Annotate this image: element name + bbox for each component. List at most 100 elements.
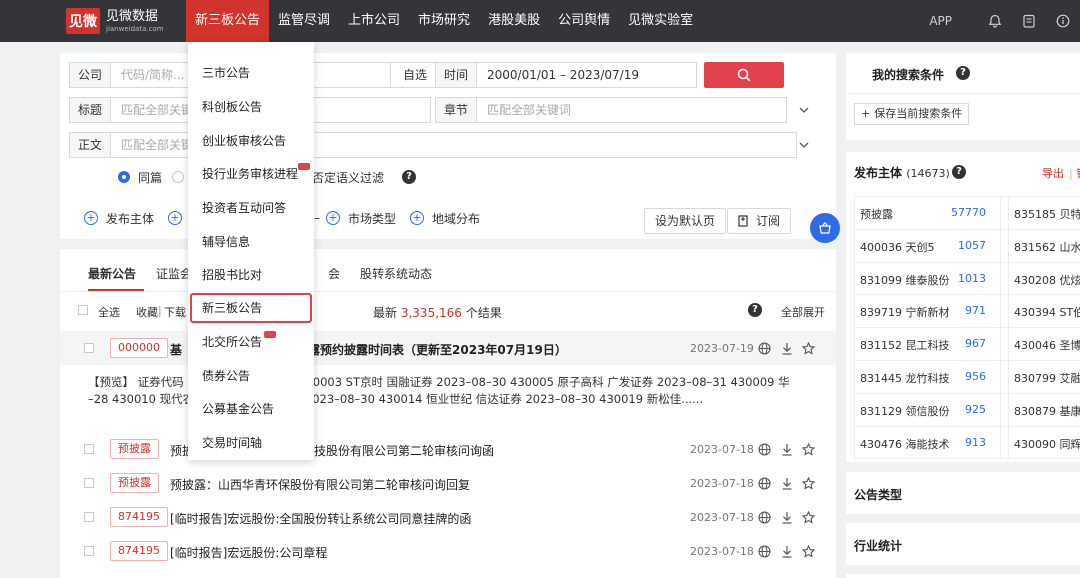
publisher-entity[interactable]: 400036 天创5 1057 <box>854 229 994 261</box>
list-item[interactable]: 预披露 预披 技股份有限公司第二轮审核问询函 2023-07-18 <box>60 432 836 466</box>
app-link[interactable]: APP <box>929 14 952 28</box>
publisher-entity[interactable]: 430394 ST伯 <box>1008 294 1080 326</box>
row-checkbox[interactable] <box>84 546 94 556</box>
select-all-label[interactable]: 全选 <box>98 304 120 320</box>
filter-publisher[interactable]: 发布主体 <box>106 210 154 227</box>
row-checkbox[interactable] <box>84 343 94 353</box>
dropdown-item-chinext-review[interactable]: 创业板审核公告 <box>190 126 312 156</box>
plus-circle-icon[interactable]: + <box>168 211 183 225</box>
publisher-entity[interactable]: 831562 山水环 <box>1008 229 1080 261</box>
collect-button[interactable]: 收藏 <box>136 304 158 320</box>
nav-item-lab[interactable]: 见微实验室 <box>619 0 702 42</box>
dropdown-item-ib-review-progress[interactable]: 投行业务审核进程 <box>190 159 312 189</box>
globe-icon[interactable] <box>757 476 771 490</box>
clipboard-icon[interactable] <box>1012 0 1046 42</box>
radio-other[interactable] <box>172 171 185 183</box>
optional-stocks-button[interactable]: 自选 <box>391 62 441 88</box>
publisher-entity[interactable]: 430208 优炫软 <box>1008 262 1080 294</box>
globe-icon[interactable] <box>757 510 771 524</box>
filter-market-type[interactable]: 市场类型 <box>348 210 396 227</box>
row-title[interactable]: 预披露：山西华青环保股份有限公司第二轮审核问询回复 <box>170 476 470 493</box>
row-title[interactable]: [临时报告]宏远股份:全国股份转让系统公司同意挂牌的函 <box>170 510 471 527</box>
logo[interactable]: 见微 见微数据 jianweidata.com <box>66 6 164 36</box>
publisher-entity[interactable]: 839719 宁新新材 971 <box>854 294 994 326</box>
publisher-entity[interactable]: 831445 龙竹科技 956 <box>854 360 994 392</box>
globe-icon[interactable] <box>757 544 771 558</box>
basket-button[interactable] <box>810 213 840 243</box>
nav-item-market-research[interactable]: 市场研究 <box>409 0 479 42</box>
help-icon[interactable]: ? <box>748 303 762 317</box>
announcement-type-panel[interactable]: 公告类型 <box>846 472 1080 514</box>
publisher-entity[interactable]: 430046 圣博润 <box>1008 327 1080 359</box>
nav-item-neeq[interactable]: 新三板公告 <box>186 0 270 42</box>
list-item[interactable]: 预披露 预披露：山西华青环保股份有限公司第二轮审核问询回复 2023-07-18 <box>60 466 836 500</box>
row-checkbox[interactable] <box>84 444 94 454</box>
filter-region[interactable]: 地域分布 <box>432 210 480 227</box>
help-icon[interactable]: ? <box>402 170 416 184</box>
radio-same-article[interactable] <box>118 171 130 183</box>
list-item[interactable]: 000000 基露预约披露时间表（更新至2023年07月19日） 2023-07… <box>60 331 836 365</box>
select-all-checkbox[interactable] <box>78 305 88 315</box>
list-item[interactable]: 874195 [临时报告]宏远股份:全国股份转让系统公司同意挂牌的函 2023-… <box>60 500 836 534</box>
nav-item-hk-us-stocks[interactable]: 港股美股 <box>479 0 549 42</box>
dropdown-item-investor-qa[interactable]: 投资者互动问答 <box>190 193 312 223</box>
help-icon[interactable]: ? <box>952 165 966 179</box>
help-icon[interactable]: ? <box>956 66 970 80</box>
dropdown-item-star-market[interactable]: 科创板公告 <box>190 92 312 122</box>
star-icon[interactable] <box>801 442 815 456</box>
publisher-entity[interactable]: 831129 领信股份 925 <box>854 393 994 425</box>
star-icon[interactable] <box>801 510 815 524</box>
row-checkbox[interactable] <box>84 512 94 522</box>
tab-neeq-news[interactable]: 股转系统动态 <box>360 257 440 291</box>
publisher-entity[interactable]: 预披露 57770 <box>854 196 994 228</box>
export-button[interactable]: 导出| 钞 <box>1042 165 1080 181</box>
bell-icon[interactable] <box>978 0 1012 42</box>
publisher-entity[interactable]: 831099 维泰股份 1013 <box>854 262 994 294</box>
download-icon[interactable] <box>780 442 794 456</box>
subscribe-button[interactable]: 订阅 <box>727 208 792 234</box>
nav-item-regulation[interactable]: 监管尽调 <box>269 0 339 42</box>
plus-circle-icon[interactable]: + <box>410 211 425 225</box>
dropdown-item-bond[interactable]: 债券公告 <box>190 361 312 391</box>
star-icon[interactable] <box>801 341 815 355</box>
info-icon[interactable] <box>1046 0 1080 42</box>
download-icon[interactable] <box>780 510 794 524</box>
publisher-entity[interactable]: 430090 同辉信 <box>1008 426 1080 458</box>
dropdown-item-mutual-fund[interactable]: 公募基金公告 <box>190 394 312 424</box>
publisher-entity[interactable]: 835185 贝特瑞 <box>1008 196 1080 228</box>
nav-item-listed-companies[interactable]: 上市公司 <box>339 0 409 42</box>
download-icon[interactable] <box>780 544 794 558</box>
row-title[interactable]: [临时报告]宏远股份:公司章程 <box>170 544 327 561</box>
dropdown-item-neeq[interactable]: 新三板公告 <box>190 293 312 323</box>
set-default-page-button[interactable]: 设为默认页 <box>644 208 727 234</box>
publisher-entity[interactable]: 831152 昆工科技 967 <box>854 327 994 359</box>
industry-stats-panel[interactable]: 行业统计 <box>846 523 1080 565</box>
publisher-entity[interactable]: 830879 基康仪 <box>1008 393 1080 425</box>
star-icon[interactable] <box>801 476 815 490</box>
globe-icon[interactable] <box>757 442 771 456</box>
dropdown-item-prospectus-compare[interactable]: 招股书比对 <box>190 260 312 290</box>
download-icon[interactable] <box>780 476 794 490</box>
chapter-input[interactable]: 匹配全部关键词 <box>477 97 788 123</box>
nav-item-public-opinion[interactable]: 公司舆情 <box>549 0 619 42</box>
plus-circle-icon[interactable]: + <box>84 211 98 225</box>
dropdown-item-three-market[interactable]: 三市公告 <box>190 58 312 88</box>
row-checkbox[interactable] <box>84 478 94 488</box>
star-icon[interactable] <box>801 544 815 558</box>
expand-all-button[interactable]: 全部展开 <box>781 304 825 320</box>
dropdown-item-bse[interactable]: 北交所公告 <box>190 327 312 357</box>
dropdown-item-trading-timeline[interactable]: 交易时间轴 <box>190 428 312 458</box>
dropdown-item-guidance-info[interactable]: 辅导信息 <box>190 227 312 257</box>
tab-committee[interactable]: 会 <box>328 257 348 291</box>
search-button[interactable] <box>704 62 784 88</box>
chevron-down-icon[interactable] <box>797 103 811 117</box>
time-range-input[interactable]: 2000/01/01 – 2023/07/19 <box>477 62 698 88</box>
semantic-filter-label[interactable]: 否定语义过滤 <box>312 169 384 186</box>
download-button[interactable]: 下载 <box>164 304 186 320</box>
plus-circle-icon[interactable]: + <box>326 211 340 225</box>
globe-icon[interactable] <box>757 341 771 355</box>
publisher-entity[interactable]: 430476 海能技术 913 <box>854 426 994 458</box>
chevron-down-icon[interactable] <box>797 138 811 152</box>
list-item[interactable]: 874195 [临时报告]宏远股份:公司章程 2023-07-18 <box>60 534 836 568</box>
publisher-entity[interactable]: 830799 艾融软 <box>1008 360 1080 392</box>
